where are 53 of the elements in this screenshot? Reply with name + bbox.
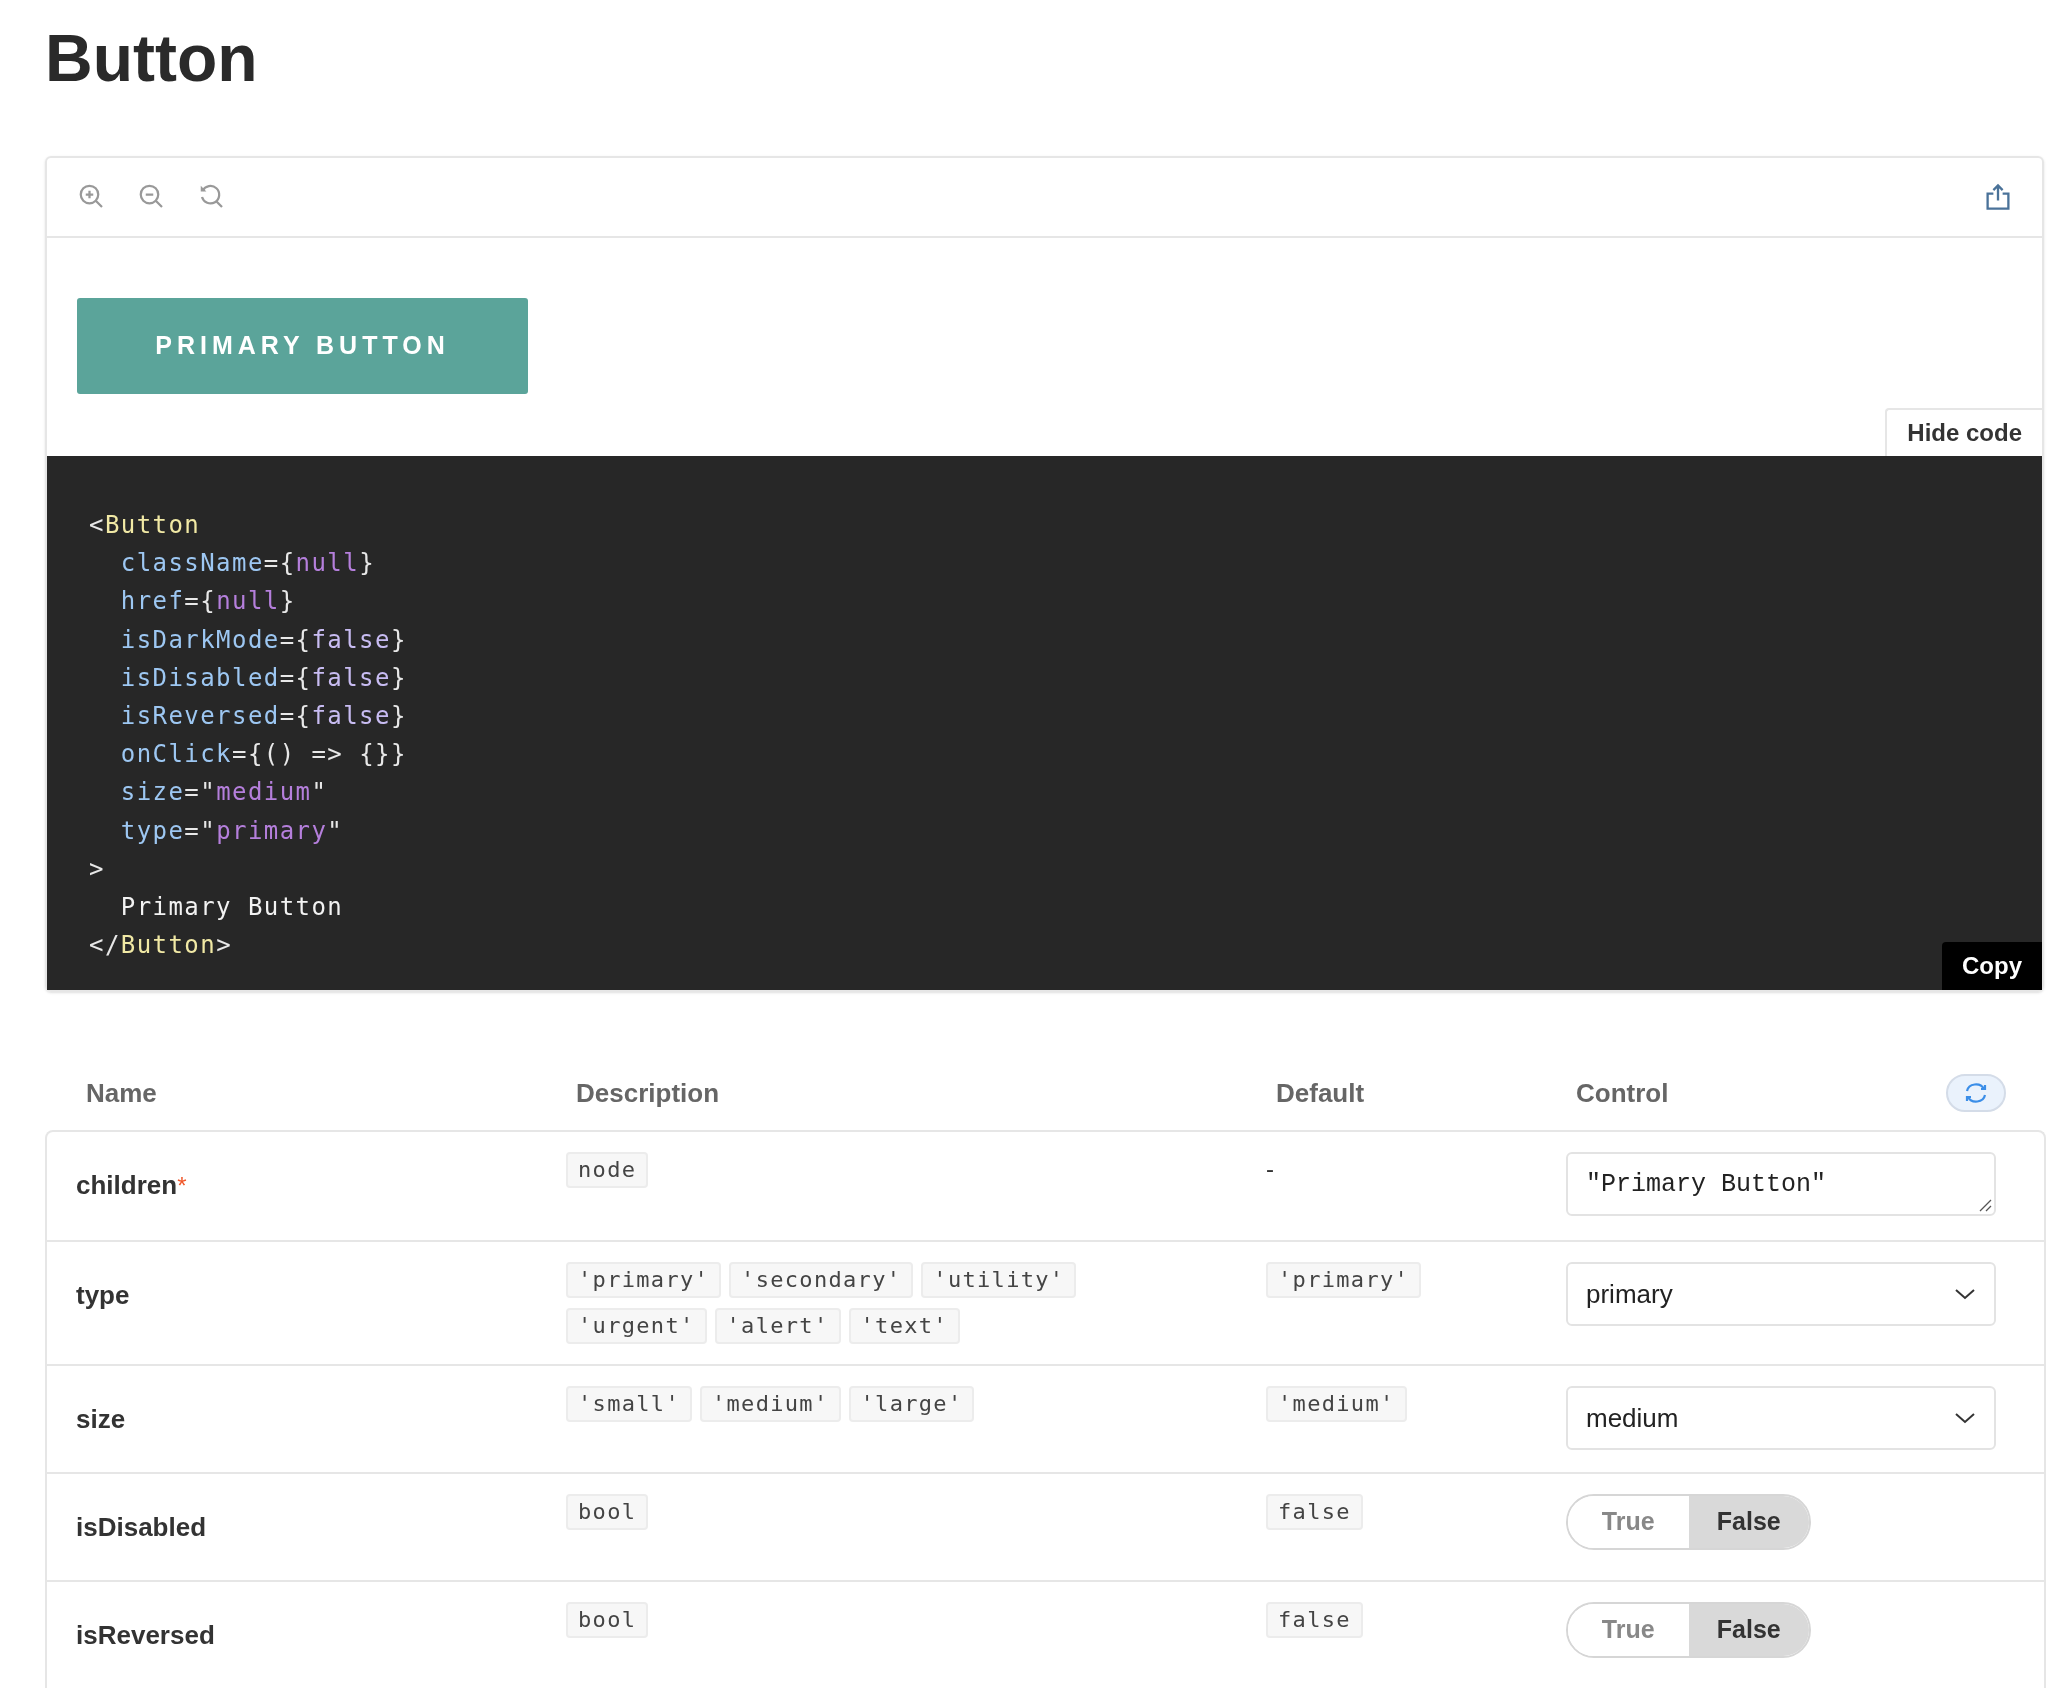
resize-handle-icon[interactable] xyxy=(1978,1198,1992,1212)
code-line: isReversed={false} xyxy=(119,701,407,732)
code-line: > xyxy=(89,853,105,885)
type-tag: 'utility' xyxy=(921,1262,1077,1298)
type-tag: 'medium' xyxy=(699,1386,841,1422)
column-header: Name xyxy=(86,1077,157,1108)
toggle-option[interactable]: False xyxy=(1688,1604,1809,1656)
code-line: </Button> xyxy=(89,930,232,962)
copy-button[interactable]: Copy xyxy=(1942,942,2042,990)
prop-name: isReversed xyxy=(76,1620,215,1650)
code-line: <Button xyxy=(89,510,201,541)
code-line: isDarkMode={false} xyxy=(119,624,407,656)
share-icon[interactable] xyxy=(1984,182,2012,212)
prop-name: children xyxy=(76,1170,178,1200)
prop-name: type xyxy=(76,1280,130,1310)
code-line: type="primary" xyxy=(119,815,344,847)
column-header: Description xyxy=(576,1077,720,1108)
code-line: onClick={() => {}} xyxy=(119,739,407,771)
page-title: Button xyxy=(45,20,258,97)
code-line: size="medium" xyxy=(119,777,328,809)
text-area[interactable]: "Primary Button" xyxy=(1566,1152,1996,1216)
reset-button[interactable] xyxy=(1946,1074,2006,1112)
chevron-down-icon xyxy=(1954,1288,1976,1300)
code-line: className={null} xyxy=(119,548,376,580)
hide-code-button[interactable]: Hide code xyxy=(1885,408,2042,456)
code-line: Primary Button xyxy=(119,892,344,924)
type-tag: 'medium' xyxy=(1266,1386,1407,1422)
type-tag: 'text' xyxy=(848,1308,960,1344)
type-tag: 'small' xyxy=(566,1386,692,1422)
type-tag: bool xyxy=(566,1494,649,1530)
type-tag: false xyxy=(1266,1494,1363,1530)
type-tag: 'primary' xyxy=(566,1262,722,1298)
select-field[interactable]: primary xyxy=(1566,1262,1996,1326)
prop-name: isDisabled xyxy=(76,1512,207,1542)
toggle-option[interactable]: False xyxy=(1688,1496,1809,1548)
code-line: href={null} xyxy=(119,586,296,618)
type-tag: 'alert' xyxy=(714,1308,841,1344)
column-header: Control xyxy=(1576,1077,1669,1108)
select-field[interactable]: medium xyxy=(1566,1386,1996,1450)
type-tag: 'urgent' xyxy=(566,1308,707,1344)
prop-name: size xyxy=(76,1404,126,1434)
type-tag: 'large' xyxy=(848,1386,975,1422)
required-mark: * xyxy=(177,1172,187,1199)
type-tag: 'secondary' xyxy=(729,1262,914,1298)
type-tag: node xyxy=(566,1152,649,1188)
type-tag: bool xyxy=(566,1602,649,1638)
column-header: Default xyxy=(1276,1077,1365,1108)
type-tag: 'primary' xyxy=(1266,1262,1422,1298)
type-tag: false xyxy=(1266,1602,1363,1638)
default-value: - xyxy=(1266,1155,1274,1182)
chevron-down-icon xyxy=(1954,1412,1976,1424)
code-line: isDisabled={false} xyxy=(119,662,407,694)
refresh-icon xyxy=(1963,1082,1989,1104)
